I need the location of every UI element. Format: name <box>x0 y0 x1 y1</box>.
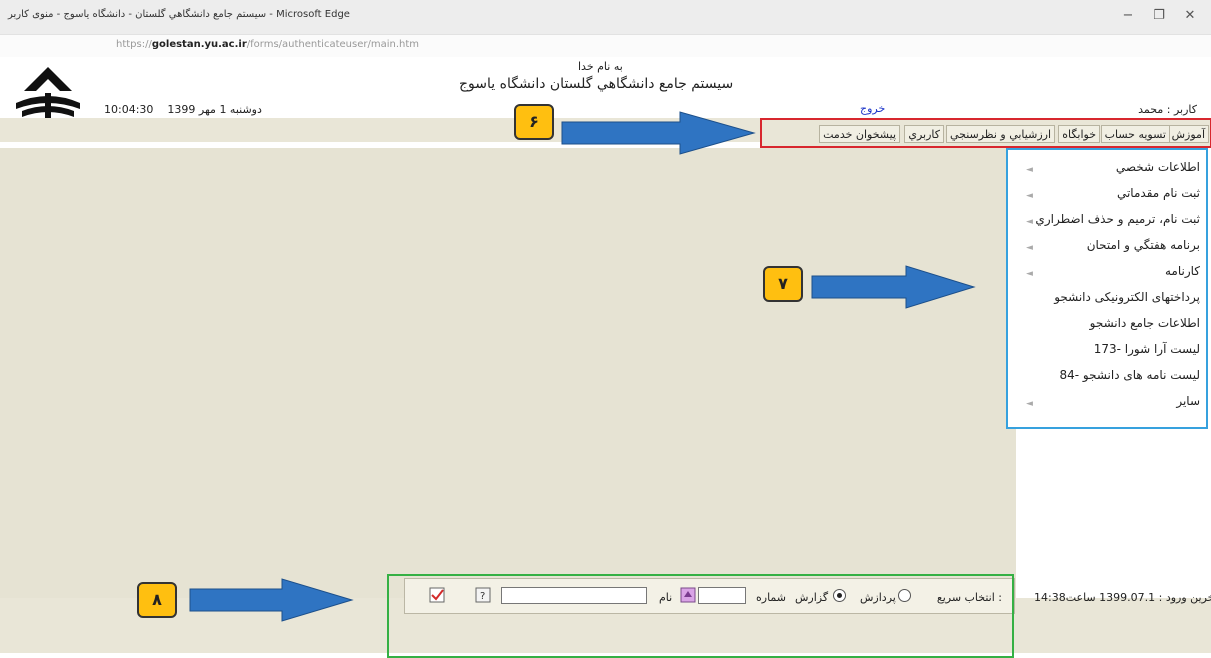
url-text[interactable]: https://golestan.yu.ac.ir/forms/authenti… <box>116 39 419 50</box>
caret-left-icon: ◄ <box>1026 217 1033 227</box>
annotation-arrow-6 <box>561 111 756 155</box>
annotation-arrow-7 <box>811 265 976 309</box>
caret-left-icon: ◄ <box>1026 191 1033 201</box>
close-button[interactable]: ✕ <box>1180 7 1200 25</box>
sidebar-item-label: پرداختهای الکترونیکی دانشجو <box>1054 290 1200 304</box>
sidebar-item-student-letters[interactable]: 84- لیست نامه های دانشجو <box>1059 368 1200 382</box>
sidebar-item-label: اطلاعات جامع دانشجو <box>1089 316 1200 330</box>
sidebar-item-label: 173- ليست آرا شورا <box>1093 342 1200 356</box>
sidebar-item-student-info[interactable]: اطلاعات جامع دانشجو <box>1090 316 1200 330</box>
last-login: آخرين ورود : 1399.07.1 ساعت14:38 <box>1034 591 1211 604</box>
sidebar-item-label: ثبت نام مقدماتي <box>1116 186 1200 200</box>
sidebar-item-pre-registration[interactable]: ثبت نام مقدماتي <box>1117 186 1200 200</box>
url-prefix: https:// <box>116 39 152 50</box>
sidebar-item-payments[interactable]: پرداختهای الکترونیکی دانشجو <box>1054 290 1200 304</box>
url-domain: golestan.yu.ac.ir <box>151 39 247 50</box>
caret-left-icon: ◄ <box>1026 165 1033 175</box>
user-label: کاربر : محمد <box>1138 103 1197 116</box>
menu-dormitory[interactable]: خوابگاه <box>1058 125 1100 143</box>
sidebar-item-label: کارنامه <box>1164 264 1200 278</box>
annotation-badge-7: ۷ <box>763 266 803 302</box>
current-date: دوشنبه 1 مهر 1399 <box>167 103 262 116</box>
caret-left-icon: ◄ <box>1026 399 1033 409</box>
menu-evaluation[interactable]: ارزشيابي و نظرسنجي <box>945 125 1055 143</box>
main-content <box>0 148 1016 598</box>
menu-settlement[interactable]: تسويه حساب <box>1100 125 1170 143</box>
current-time: 10:04:30 <box>104 103 154 116</box>
menu-service-desk[interactable]: پيشخوان خدمت <box>819 125 900 143</box>
minimize-button[interactable]: − <box>1118 7 1138 25</box>
system-name: سيستم جامع دانشگاهي گلستان دانشگاه یاسوج <box>459 76 734 92</box>
sidebar-item-registration[interactable]: ثبت نام، ترميم و حذف اضطراري <box>1035 212 1200 226</box>
menu-user[interactable]: کاربري <box>904 125 944 143</box>
sidebar-item-council-votes[interactable]: 173- ليست آرا شورا <box>1094 342 1200 356</box>
annotation-box-quick <box>387 574 1014 658</box>
sidebar-item-label: 84- لیست نامه های دانشجو <box>1059 368 1200 382</box>
sidebar-item-other[interactable]: ساير <box>1176 394 1200 408</box>
annotation-badge-8: ۸ <box>137 582 177 618</box>
address-bar[interactable]: https://golestan.yu.ac.ir/forms/authenti… <box>0 35 1211 57</box>
menu-education[interactable]: آموزش <box>1167 125 1209 143</box>
window-titlebar: سيستم جامع دانشگاهي گلستان - دانشگاه یاس… <box>0 0 1211 35</box>
url-path: /forms/authenticateuser/main.htm <box>246 39 420 50</box>
sidebar-item-schedule[interactable]: برنامه هفتگي و امتحان <box>1087 238 1200 252</box>
annotation-badge-6: ۶ <box>514 104 554 140</box>
sidebar-item-label: برنامه هفتگي و امتحان <box>1086 238 1200 252</box>
top-menu: آموزش تسويه حساب خوابگاه ارزشيابي و نظرس… <box>760 118 1211 148</box>
caret-left-icon: ◄ <box>1026 243 1033 253</box>
sidebar-item-label: اطلاعات شخصي <box>1115 160 1200 174</box>
sidebar-item-label: ساير <box>1176 394 1200 408</box>
annotation-arrow-8 <box>189 578 354 622</box>
sidebar-item-label: ثبت نام، ترميم و حذف اضطراري <box>1035 212 1200 226</box>
sidebar-item-transcript[interactable]: کارنامه <box>1165 264 1200 278</box>
date-time: دوشنبه 1 مهر 1399 10:04:30 <box>104 103 262 116</box>
sidebar-menu: اطلاعات شخصي ◄ ثبت نام مقدماتي ◄ ثبت نام… <box>1006 148 1208 429</box>
logout-link[interactable]: خروج <box>860 102 885 115</box>
caret-left-icon: ◄ <box>1026 269 1033 279</box>
sidebar-item-personal-info[interactable]: اطلاعات شخصي <box>1116 160 1200 174</box>
basmala-text: به نام خدا <box>578 60 623 73</box>
window-title: سيستم جامع دانشگاهي گلستان - دانشگاه یاس… <box>8 9 350 20</box>
maximize-button[interactable]: ❐ <box>1149 7 1169 25</box>
